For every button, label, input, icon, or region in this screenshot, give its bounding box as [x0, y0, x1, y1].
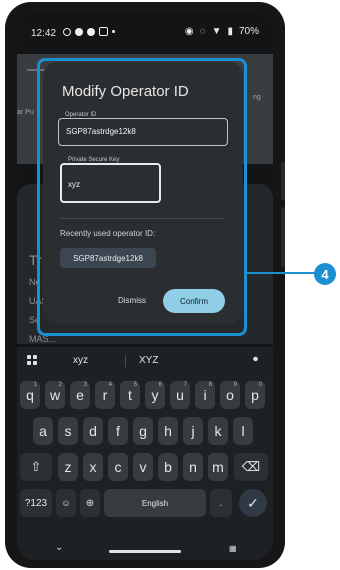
battery-icon: ▮ [227, 26, 233, 37]
status-dot-icon [87, 27, 95, 36]
status-app-icon [99, 27, 108, 36]
key[interactable]: j [183, 417, 203, 445]
globe-key[interactable]: ⊕ [80, 489, 100, 517]
chevron-down-icon[interactable]: ⌄ [55, 542, 63, 553]
key[interactable]: n [183, 453, 203, 481]
key[interactable]: p0 [245, 381, 265, 409]
mute-icon: ◌ [199, 26, 206, 37]
suggestion-item[interactable]: xyz [73, 355, 88, 366]
status-time: 12:42 [31, 28, 57, 39]
key[interactable]: x [83, 453, 103, 481]
key[interactable]: u7 [170, 381, 190, 409]
apps-grid-icon[interactable] [27, 355, 37, 365]
backspace-key[interactable]: ⌫ [234, 453, 268, 481]
location-icon: ◉ [184, 26, 194, 37]
key[interactable]: f [108, 417, 128, 445]
key[interactable]: b [158, 453, 178, 481]
wifi-icon: ▼ [211, 26, 222, 37]
key[interactable]: h [158, 417, 178, 445]
volume-button [281, 207, 285, 267]
key[interactable]: r4 [95, 381, 115, 409]
status-icons-left [63, 27, 115, 36]
keyboard: xyz XYZ ⏺ q1 w2 e3 r4 t5 y6 u7 i8 o9 p0 … [17, 347, 273, 560]
home-gesture-bar[interactable] [109, 550, 181, 553]
key[interactable]: c [108, 453, 128, 481]
suggestion-item[interactable]: XYZ [139, 355, 158, 366]
key[interactable]: a [33, 417, 53, 445]
key[interactable]: o9 [220, 381, 240, 409]
key[interactable]: d [83, 417, 103, 445]
highlight-frame [37, 58, 247, 336]
power-button [281, 162, 285, 200]
key[interactable]: m [208, 453, 228, 481]
key[interactable]: s [58, 417, 78, 445]
period-key[interactable]: . [210, 489, 232, 517]
suggestion-divider [125, 355, 126, 367]
callout-number-badge: 4 [314, 263, 336, 285]
key[interactable]: g [133, 417, 153, 445]
key[interactable]: i8 [195, 381, 215, 409]
status-bar: 12:42 ◉ ◌ ▼ ▮ 70% [17, 12, 273, 54]
suggestion-bar: xyz XYZ ⏺ [17, 347, 273, 375]
keyboard-switch-icon[interactable]: ▦ [229, 544, 237, 553]
status-ring-icon [63, 27, 71, 36]
key[interactable]: y6 [145, 381, 165, 409]
callout-line [244, 272, 316, 274]
enter-key[interactable]: ✓ [239, 489, 267, 517]
status-more-icon [112, 30, 115, 33]
key[interactable]: w2 [45, 381, 65, 409]
status-dot-icon [75, 27, 83, 36]
key[interactable]: l [233, 417, 253, 445]
map-label: ar Pu [17, 109, 34, 116]
shift-key[interactable]: ⇧ [20, 453, 52, 481]
key[interactable]: t5 [120, 381, 140, 409]
space-bar[interactable]: English [104, 489, 206, 517]
key[interactable]: e3 [70, 381, 90, 409]
mic-icon[interactable]: ⏺ [253, 354, 258, 365]
key[interactable]: z [58, 453, 78, 481]
key[interactable]: v [133, 453, 153, 481]
battery-level: 70% [238, 26, 259, 37]
emoji-key[interactable]: ☺ [56, 489, 76, 517]
map-label: ng [253, 94, 261, 101]
key[interactable]: q1 [20, 381, 40, 409]
status-icons-right: ◉ ◌ ▼ ▮ 70% [185, 26, 259, 37]
symbols-key[interactable]: ?123 [20, 489, 52, 517]
key[interactable]: k [208, 417, 228, 445]
navigation-bar: ⌄ ▦ [17, 540, 273, 560]
